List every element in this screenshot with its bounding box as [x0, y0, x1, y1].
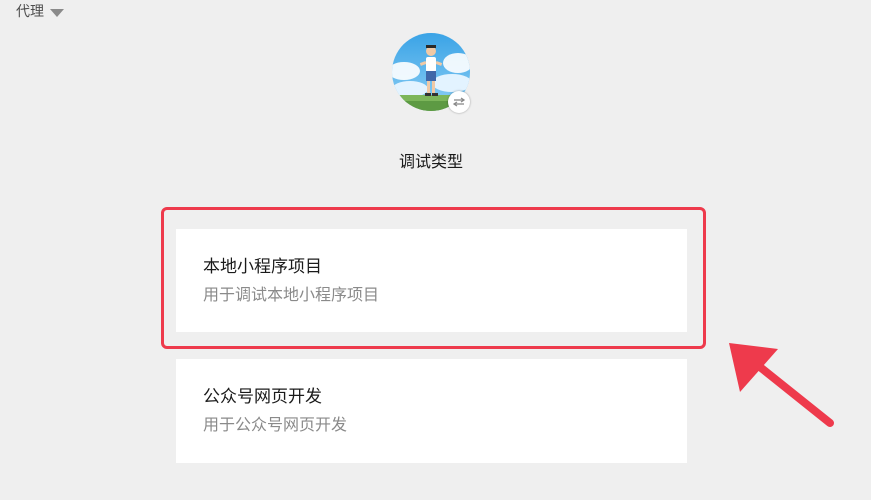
card-description: 用于公众号网页开发 — [203, 415, 348, 434]
caret-down-icon — [50, 8, 64, 17]
debug-type-local-miniprogram[interactable]: 本地小程序项目 用于调试本地小程序项目 — [176, 229, 687, 332]
card-title: 本地小程序项目 — [203, 257, 322, 277]
proxy-label: 代理 — [16, 4, 44, 20]
arrow-icon — [729, 343, 834, 427]
debug-type-official-account-web[interactable]: 公众号网页开发 用于公众号网页开发 — [176, 359, 687, 463]
switch-arrows-icon[interactable] — [448, 91, 470, 113]
card-description: 用于调试本地小程序项目 — [203, 285, 380, 304]
page-title: 调试类型 — [398, 152, 463, 171]
card-title: 公众号网页开发 — [203, 387, 322, 407]
proxy-dropdown[interactable]: 代理 — [16, 3, 64, 21]
user-avatar[interactable] — [392, 33, 470, 113]
